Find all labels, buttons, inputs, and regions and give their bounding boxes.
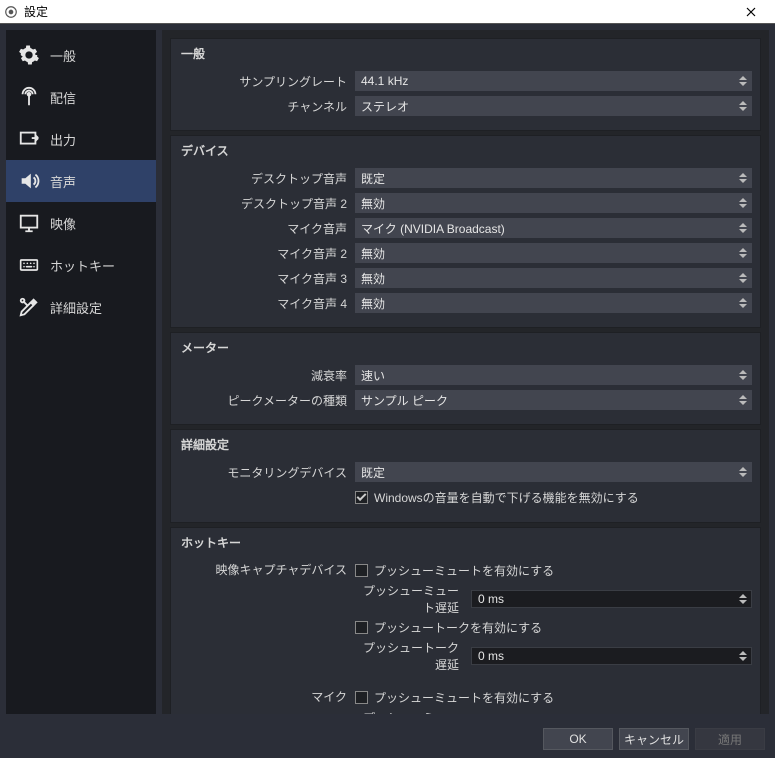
mic-audio3-label: マイク音声 3 (179, 270, 355, 287)
sidebar-item-label: 配信 (50, 88, 76, 107)
push-talk-delay-input[interactable]: 0 ms (471, 647, 752, 665)
window-title: 設定 (24, 3, 731, 20)
titlebar: 設定 (0, 0, 775, 24)
sidebar-item-hotkeys[interactable]: ホットキー (6, 244, 156, 286)
spinner-icon (736, 243, 750, 263)
tools-icon (18, 296, 40, 318)
section-meters: メーター 減衰率速い ピークメーターの種類サンプル ピーク (170, 332, 761, 425)
push-mute-enable-label: プッシューミュートを有効にする (374, 689, 554, 706)
mic-audio2-label: マイク音声 2 (179, 245, 355, 262)
mic-audio3-select[interactable]: 無効 (355, 268, 752, 288)
sidebar-item-label: 詳細設定 (50, 298, 102, 317)
section-title: メーター (179, 339, 752, 356)
section-hotkeys: ホットキー 映像キャプチャデバイス プッシューミュートを有効にする プッシューミ… (170, 527, 761, 714)
hotkey-group-mic: マイク プッシューミュートを有効にする プッシューミュート遅延0 ms プッシュ… (179, 686, 752, 714)
peak-type-select[interactable]: サンプル ピーク (355, 390, 752, 410)
sidebar: 一般 配信 出力 音声 映像 (6, 30, 156, 714)
spinner-icon (736, 365, 750, 385)
ok-button[interactable]: OK (543, 728, 613, 750)
desktop-audio2-label: デスクトップ音声 2 (179, 195, 355, 212)
desktop-audio-label: デスクトップ音声 (179, 170, 355, 187)
decay-rate-select[interactable]: 速い (355, 365, 752, 385)
spinner-icon (736, 462, 750, 482)
section-devices: デバイス デスクトップ音声既定 デスクトップ音声 2無効 マイク音声マイク (N… (170, 135, 761, 328)
channels-label: チャンネル (179, 98, 355, 115)
gear-icon (18, 44, 40, 66)
desktop-audio-select[interactable]: 既定 (355, 168, 752, 188)
monitor-icon (18, 212, 40, 234)
antenna-icon (18, 86, 40, 108)
peak-type-label: ピークメーターの種類 (179, 392, 355, 409)
spinner-icon (736, 168, 750, 188)
app-icon (4, 5, 18, 19)
sample-rate-label: サンプリングレート (179, 73, 355, 90)
section-title: ホットキー (179, 534, 752, 551)
spinner-icon (736, 591, 750, 607)
spinner-icon (736, 71, 750, 91)
section-title: 一般 (179, 45, 752, 62)
sidebar-item-stream[interactable]: 配信 (6, 76, 156, 118)
sidebar-item-audio[interactable]: 音声 (6, 160, 156, 202)
spinner-icon (736, 96, 750, 116)
sample-rate-select[interactable]: 44.1 kHz (355, 71, 752, 91)
mic-audio2-select[interactable]: 無効 (355, 243, 752, 263)
section-general: 一般 サンプリングレート 44.1 kHz チャンネル ステレオ (170, 38, 761, 131)
apply-button[interactable]: 適用 (695, 728, 765, 750)
keyboard-icon (18, 254, 40, 276)
cancel-button[interactable]: キャンセル (619, 728, 689, 750)
desktop-audio2-select[interactable]: 無効 (355, 193, 752, 213)
output-icon (18, 128, 40, 150)
disable-ducking-label: Windowsの音量を自動で下げる機能を無効にする (374, 489, 639, 506)
sidebar-item-video[interactable]: 映像 (6, 202, 156, 244)
sidebar-item-label: 音声 (50, 172, 76, 191)
push-talk-enable-checkbox[interactable] (355, 621, 368, 634)
mic-audio4-label: マイク音声 4 (179, 295, 355, 312)
spinner-icon (736, 390, 750, 410)
spinner-icon (736, 293, 750, 313)
push-mute-delay-input[interactable]: 0 ms (471, 590, 752, 608)
push-mute-enable-label: プッシューミュートを有効にする (374, 562, 554, 579)
sidebar-item-advanced[interactable]: 詳細設定 (6, 286, 156, 328)
dialog-footer: OK キャンセル 適用 (0, 720, 775, 758)
push-mute-enable-checkbox[interactable] (355, 691, 368, 704)
speaker-icon (18, 170, 40, 192)
monitoring-device-select[interactable]: 既定 (355, 462, 752, 482)
sidebar-item-label: 一般 (50, 46, 76, 65)
decay-rate-label: 減衰率 (179, 367, 355, 384)
mic-audio-select[interactable]: マイク (NVIDIA Broadcast) (355, 218, 752, 238)
hotkey-group-video-capture: 映像キャプチャデバイス プッシューミュートを有効にする プッシューミュート遅延 0… (179, 559, 752, 676)
sidebar-item-output[interactable]: 出力 (6, 118, 156, 160)
section-title: 詳細設定 (179, 436, 752, 453)
sidebar-item-label: ホットキー (50, 256, 115, 275)
sidebar-item-label: 映像 (50, 214, 76, 233)
push-talk-enable-label: プッシュートークを有効にする (374, 619, 542, 636)
section-advanced: 詳細設定 モニタリングデバイス既定 Windowsの音量を自動で下げる機能を無効… (170, 429, 761, 523)
hotkey-group-label: マイク (179, 686, 355, 714)
spinner-icon (736, 193, 750, 213)
spinner-icon (736, 218, 750, 238)
push-mute-delay-label: プッシューミュート遅延 (355, 709, 465, 714)
push-talk-delay-label: プッシュートーク遅延 (355, 639, 465, 673)
spinner-icon (736, 268, 750, 288)
section-title: デバイス (179, 142, 752, 159)
sidebar-item-label: 出力 (50, 130, 76, 149)
hotkey-group-label: 映像キャプチャデバイス (179, 559, 355, 676)
content-pane: 一般 サンプリングレート 44.1 kHz チャンネル ステレオ (162, 30, 769, 714)
monitoring-device-label: モニタリングデバイス (179, 464, 355, 481)
mic-audio-label: マイク音声 (179, 220, 355, 237)
channels-select[interactable]: ステレオ (355, 96, 752, 116)
push-mute-enable-checkbox[interactable] (355, 564, 368, 577)
spinner-icon (736, 648, 750, 664)
close-button[interactable] (731, 0, 771, 23)
mic-audio4-select[interactable]: 無効 (355, 293, 752, 313)
disable-ducking-checkbox[interactable] (355, 491, 368, 504)
push-mute-delay-label: プッシューミュート遅延 (355, 582, 465, 616)
sidebar-item-general[interactable]: 一般 (6, 34, 156, 76)
